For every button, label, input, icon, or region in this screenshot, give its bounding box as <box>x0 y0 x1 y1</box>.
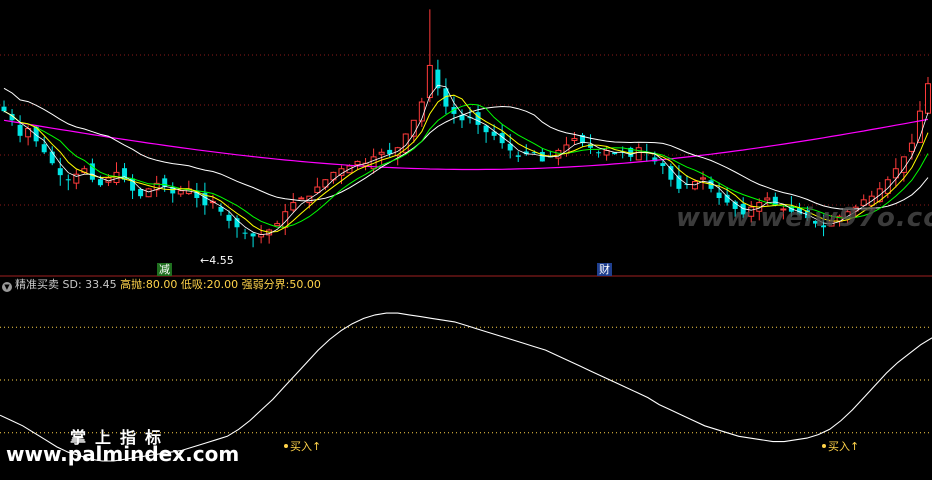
candle-body-59 <box>475 112 481 125</box>
candle-body-0 <box>1 106 7 112</box>
candle-body-89 <box>716 192 722 198</box>
candle-body-87 <box>700 177 707 180</box>
candle-body-2 <box>17 124 23 136</box>
sd-value: 33.45 <box>85 278 117 291</box>
mid-value: 50.00 <box>289 278 321 291</box>
candle-body-6 <box>49 151 55 164</box>
candle-body-36 <box>290 202 297 211</box>
candle-body-71 <box>571 138 578 141</box>
candle-body-8 <box>65 179 71 181</box>
buy-signal-2[interactable]: 买入↑ <box>822 441 859 453</box>
candle-body-83 <box>668 166 674 180</box>
mid-label: 强弱分界: <box>241 278 290 291</box>
candle-body-67 <box>539 151 545 162</box>
candle-body-75 <box>603 149 610 156</box>
candle-body-22 <box>177 190 184 195</box>
indicator-bar: ▼ 精准买卖 SD: 33.45 高抛:80.00 低吸:20.00 强弱分界:5… <box>2 278 321 292</box>
buy-dot-icon <box>284 444 288 448</box>
candle-body-79 <box>635 147 642 161</box>
candle-body-74 <box>596 152 602 154</box>
candle-body-44 <box>354 160 361 166</box>
chart-stage[interactable] <box>0 0 932 476</box>
candle-body-82 <box>660 163 666 166</box>
candle-body-38 <box>306 195 313 204</box>
candle-body-20 <box>162 178 168 188</box>
chart-svg[interactable] <box>0 0 932 476</box>
watermark-url: www.palmindex.com <box>6 442 240 466</box>
high-label: 高抛: <box>120 278 146 291</box>
ma120-line <box>3 118 929 171</box>
candle-body-30 <box>242 232 248 234</box>
candle-body-115 <box>924 83 931 114</box>
candle-body-28 <box>226 214 232 221</box>
high-value: 80.00 <box>145 278 178 291</box>
candle-body-84 <box>676 175 682 189</box>
buy-signal-2-label: 买入↑ <box>828 440 860 453</box>
candle-body-113 <box>908 142 915 152</box>
indicator-name: 精准买卖 <box>15 278 59 291</box>
badge-jian[interactable]: 减 <box>157 263 172 276</box>
sd-label: SD: <box>62 278 82 291</box>
low-label: 低吸: <box>180 278 207 291</box>
candle-body-7 <box>57 168 63 176</box>
buy-signal-1-label: 买入↑ <box>290 440 322 453</box>
candle-body-39 <box>314 186 321 194</box>
badge-cai[interactable]: 财 <box>597 263 612 276</box>
low-price-label: ←4.55 <box>200 254 234 267</box>
candle-body-34 <box>274 223 281 227</box>
candle-body-31 <box>250 233 256 237</box>
candle-body-112 <box>900 156 907 173</box>
faint-watermark: www.weiw97o.com <box>676 203 932 233</box>
buy-dot-icon <box>822 444 826 448</box>
candle-body-64 <box>515 155 521 157</box>
collapse-icon[interactable]: ▼ <box>2 282 12 292</box>
candle-body-42 <box>338 168 345 176</box>
candle-body-17 <box>138 189 144 197</box>
candle-body-95 <box>764 197 771 201</box>
candle-body-12 <box>97 179 103 186</box>
candle-body-5 <box>41 144 47 153</box>
buy-signal-1[interactable]: 买入↑ <box>284 441 321 453</box>
low-value: 20.00 <box>206 278 239 291</box>
candle-body-47 <box>378 151 385 155</box>
candle-body-53 <box>426 64 433 99</box>
candle-body-37 <box>298 197 305 200</box>
candle-body-18 <box>145 188 152 198</box>
